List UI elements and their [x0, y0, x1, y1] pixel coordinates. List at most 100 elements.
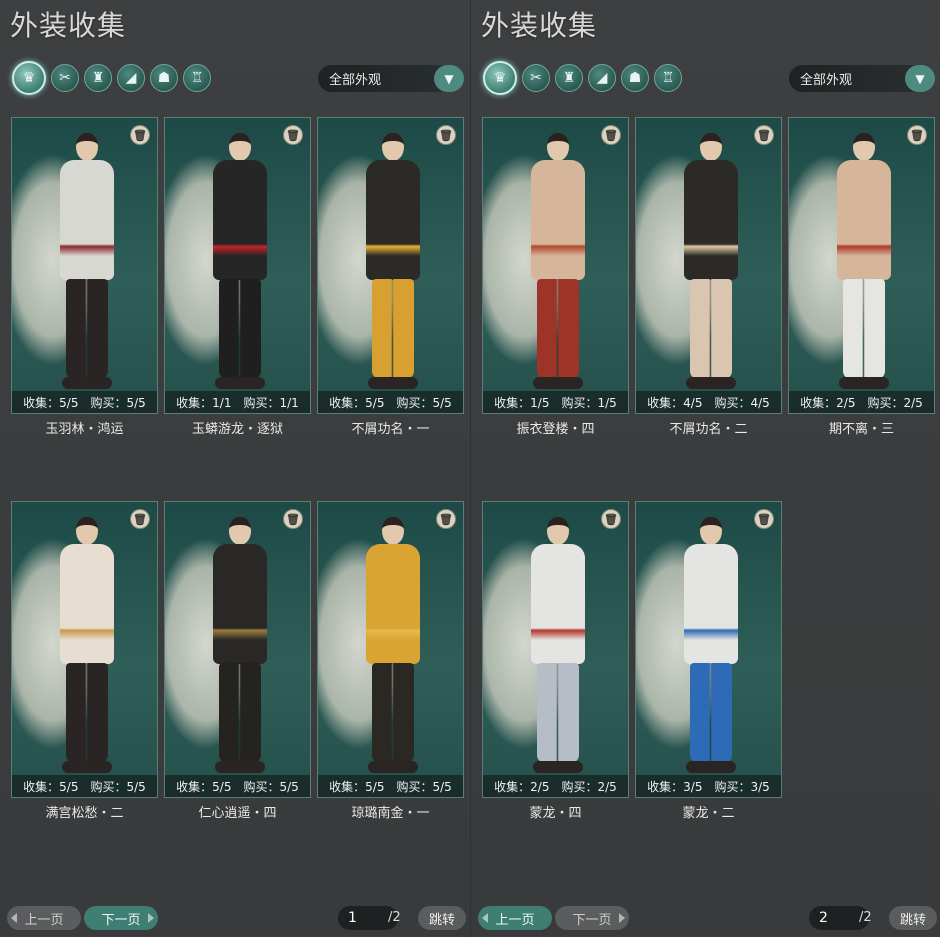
outfit-card[interactable]: 🗑 收集：2/5 购买：2/5: [482, 501, 629, 798]
trash-icon[interactable]: 🗑: [601, 509, 621, 529]
jump-page-button[interactable]: 跳转: [418, 906, 466, 930]
figure-bottom: [690, 279, 732, 379]
trash-icon[interactable]: 🗑: [436, 125, 456, 145]
figure-feet: [533, 761, 583, 773]
collect-count: 收集：3/5: [647, 779, 703, 794]
card-stats: 收集：1/1 购买：1/1: [165, 391, 310, 413]
buy-count: 购买：2/5: [867, 395, 923, 410]
card-stats: 收集：5/5 购买：5/5: [165, 775, 310, 797]
figure-head: [382, 517, 404, 545]
panel-title: 外装收集: [481, 9, 598, 42]
outfit-figure: [50, 133, 124, 398]
collect-count: 收集：1/5: [494, 395, 550, 410]
buy-count: 购买：5/5: [243, 779, 299, 794]
card-stats: 收集：2/5 购买：2/5: [789, 391, 934, 413]
top-icon[interactable]: ♜: [84, 64, 112, 92]
figure-feet: [533, 377, 583, 389]
collection-panel-right: 外装收集 ♛ ✂ ♜ ◢ ☗ ♖ 全部外观 ▼ 上一页 下一页 2 /2 跳转 …: [470, 0, 940, 937]
page-total: /2: [388, 910, 401, 925]
outfit-figure: [521, 133, 595, 398]
outfit-name: 不屑功名・一: [351, 422, 430, 437]
mask-icon[interactable]: ☗: [621, 64, 649, 92]
shoe-icon[interactable]: ◢: [117, 64, 145, 92]
trash-icon[interactable]: 🗑: [283, 509, 303, 529]
shoe-icon[interactable]: ◢: [588, 64, 616, 92]
outfit-name: 玉羽林・鸿运: [45, 422, 124, 437]
outfit-card[interactable]: 🗑 收集：5/5 购买：5/5: [317, 501, 464, 798]
prev-page-button[interactable]: 上一页: [478, 906, 552, 930]
category-tabs: ♛ ✂ ♜ ◢ ☗ ♖: [483, 61, 682, 95]
outfit-card[interactable]: 🗑 收集：5/5 购买：5/5: [11, 501, 158, 798]
jump-page-button[interactable]: 跳转: [889, 906, 937, 930]
outfit-figure: [203, 517, 277, 782]
top-icon[interactable]: ♜: [555, 64, 583, 92]
accessory-icon[interactable]: ♖: [183, 64, 211, 92]
figure-top: [213, 544, 267, 664]
appearance-filter-select[interactable]: 全部外观 ▼: [789, 65, 935, 92]
outfit-card[interactable]: 🗑 收集：5/5 购买：5/5: [317, 117, 464, 414]
trash-icon[interactable]: 🗑: [283, 125, 303, 145]
buy-count: 购买：5/5: [90, 779, 146, 794]
card-stats: 收集：4/5 购买：4/5: [636, 391, 781, 413]
outfit-name: 玉蟒游龙・逐狱: [191, 422, 283, 437]
mask-icon[interactable]: ☗: [150, 64, 178, 92]
trash-icon[interactable]: 🗑: [601, 125, 621, 145]
card-stats: 收集：5/5 购买：5/5: [318, 391, 463, 413]
outfit-figure: [674, 133, 748, 398]
appearance-filter-select[interactable]: 全部外观 ▼: [318, 65, 464, 92]
outfit-card[interactable]: 🗑 收集：5/5 购买：5/5: [164, 501, 311, 798]
card-stats: 收集：3/5 购买：3/5: [636, 775, 781, 797]
trash-icon[interactable]: 🗑: [907, 125, 927, 145]
next-page-button[interactable]: 下一页: [84, 906, 158, 930]
outfit-name: 琼璐南金・一: [351, 806, 430, 821]
buy-count: 购买：1/5: [561, 395, 617, 410]
trash-icon[interactable]: 🗑: [130, 509, 150, 529]
collect-count: 收集：1/1: [176, 395, 232, 410]
full-outfit-icon[interactable]: ♛: [12, 61, 46, 95]
figure-feet: [215, 761, 265, 773]
trash-icon[interactable]: 🗑: [436, 509, 456, 529]
outfit-card[interactable]: 🗑 收集：1/5 购买：1/5: [482, 117, 629, 414]
collection-panel-left: 外装收集 ♛ ✂ ♜ ◢ ☗ ♖ 全部外观 ▼ 上一页 下一页 1 /2 跳转 …: [0, 0, 470, 937]
figure-top: [684, 160, 738, 280]
figure-feet: [368, 377, 418, 389]
trash-icon[interactable]: 🗑: [130, 125, 150, 145]
figure-head: [853, 133, 875, 161]
accessory-icon[interactable]: ♖: [654, 64, 682, 92]
outfit-figure: [827, 133, 901, 398]
figure-bottom: [537, 663, 579, 763]
full-outfit-icon[interactable]: ♛: [483, 61, 517, 95]
figure-feet: [62, 761, 112, 773]
filter-selected-value: 全部外观: [800, 73, 853, 88]
figure-top: [531, 544, 585, 664]
figure-bottom: [66, 279, 108, 379]
figure-feet: [686, 377, 736, 389]
outfit-figure: [356, 133, 430, 398]
collect-count: 收集：2/5: [494, 779, 550, 794]
card-stats: 收集：5/5 购买：5/5: [12, 391, 157, 413]
figure-bottom: [219, 663, 261, 763]
outfit-name: 蒙龙・四: [529, 806, 582, 821]
figure-feet: [62, 377, 112, 389]
outfit-card[interactable]: 🗑 收集：5/5 购买：5/5: [11, 117, 158, 414]
prev-page-button[interactable]: 上一页: [7, 906, 81, 930]
outfit-card[interactable]: 🗑 收集：2/5 购买：2/5: [788, 117, 935, 414]
outfit-figure: [356, 517, 430, 782]
figure-top: [213, 160, 267, 280]
chevron-down-icon[interactable]: ▼: [905, 65, 935, 92]
outfit-card[interactable]: 🗑 收集：3/5 购买：3/5: [635, 501, 782, 798]
buy-count: 购买：4/5: [714, 395, 770, 410]
hair-icon[interactable]: ✂: [51, 64, 79, 92]
figure-head: [229, 517, 251, 545]
figure-bottom: [219, 279, 261, 379]
trash-icon[interactable]: 🗑: [754, 509, 774, 529]
figure-bottom: [372, 663, 414, 763]
outfit-figure: [50, 517, 124, 782]
chevron-down-icon[interactable]: ▼: [434, 65, 464, 92]
outfit-name: 不屑功名・二: [669, 422, 748, 437]
outfit-card[interactable]: 🗑 收集：4/5 购买：4/5: [635, 117, 782, 414]
hair-icon[interactable]: ✂: [522, 64, 550, 92]
outfit-card[interactable]: 🗑 收集：1/1 购买：1/1: [164, 117, 311, 414]
next-page-button[interactable]: 下一页: [555, 906, 629, 930]
trash-icon[interactable]: 🗑: [754, 125, 774, 145]
